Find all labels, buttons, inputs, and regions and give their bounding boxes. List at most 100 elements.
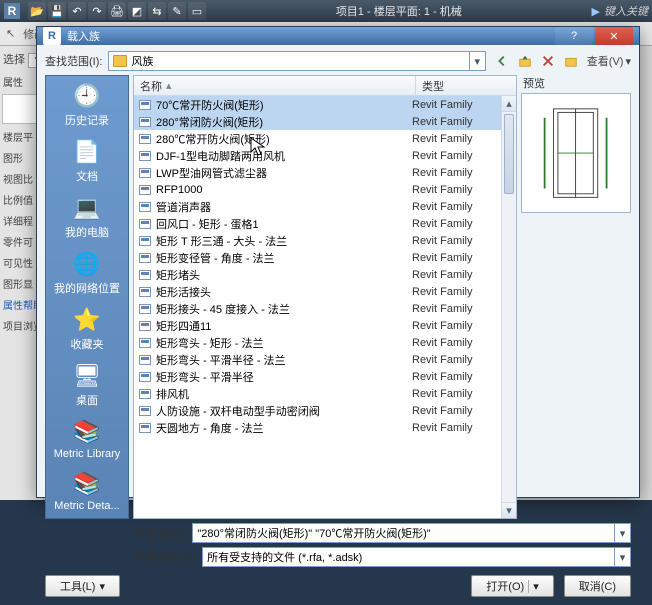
chevron-down-icon[interactable]: ▾ (469, 52, 485, 70)
qat-undo-icon[interactable]: ↶ (68, 2, 86, 20)
rfa-file-icon (138, 286, 152, 298)
file-row[interactable]: 280°常闭防火阀(矩形)Revit Family (134, 113, 516, 130)
cancel-button[interactable]: 取消(C) (564, 575, 631, 597)
places-bar: 🕘历史记录 📄文档 💻我的电脑 🌐我的网络位置 ⭐收藏夹 🖥 桌面 📚Metric Libra… (45, 75, 129, 519)
place-label: 文档 (76, 168, 98, 184)
view-menu[interactable]: 查看(V)▾ (587, 53, 631, 69)
rfa-file-icon (138, 337, 152, 349)
qat-misc3-icon[interactable]: ✎ (168, 2, 186, 20)
filename-input[interactable]: "280°常闭防火阀(矩形)" "70℃常开防火阀(矩形)" ▾ (192, 523, 631, 543)
file-type: Revit Family (412, 388, 512, 400)
col-name[interactable]: 名称 ▴ (134, 76, 416, 95)
place-label: Metric Library (54, 448, 121, 460)
search-hint[interactable]: 键入关键 (604, 3, 648, 19)
preview-label: 预览 (521, 75, 631, 91)
qat-redo-icon[interactable]: ↷ (88, 2, 106, 20)
rfa-file-icon (138, 99, 152, 111)
help-arrow-icon[interactable]: ▶ (592, 5, 600, 18)
place-icon: ⭐ (70, 306, 104, 334)
back-button[interactable] (492, 51, 512, 71)
file-name: 人防设施 - 双杆电动型手动密闭阀 (156, 403, 408, 419)
qat-misc1-icon[interactable]: ◩ (128, 2, 146, 20)
file-row[interactable]: 矩形堵头Revit Family (134, 266, 516, 283)
qat-print-icon[interactable]: 🖨 (108, 2, 126, 20)
file-list-header[interactable]: 名称 ▴ 类型 (134, 76, 516, 96)
file-row[interactable]: 管道消声器Revit Family (134, 198, 516, 215)
rfa-file-icon (138, 218, 152, 230)
scroll-up-icon[interactable]: ▴ (502, 96, 516, 112)
file-row[interactable]: 人防设施 - 双杆电动型手动密闭阀Revit Family (134, 402, 516, 419)
qat-open-icon[interactable]: 📂 (28, 2, 46, 20)
place-icon: 🖥 (70, 362, 104, 390)
file-row[interactable]: 280℃常开防火阀(矩形)Revit Family (134, 130, 516, 147)
place-2[interactable]: 💻我的电脑 (65, 194, 109, 240)
rfa-file-icon (138, 184, 152, 196)
place-label: 桌面 (76, 392, 98, 408)
file-row[interactable]: 天圆地方 - 角度 - 法兰Revit Family (134, 419, 516, 436)
place-3[interactable]: 🌐我的网络位置 (54, 250, 120, 296)
file-row[interactable]: RFP1000Revit Family (134, 181, 516, 198)
file-row[interactable]: 矩形弯头 - 矩形 - 法兰Revit Family (134, 334, 516, 351)
file-row[interactable]: DJF-1型电动脚踏两用风机Revit Family (134, 147, 516, 164)
file-name: 排风机 (156, 386, 408, 402)
app-title: 项目1 - 楼层平面: 1 - 机械 (210, 3, 588, 19)
close-button[interactable]: ✕ (595, 27, 633, 45)
file-row[interactable]: 矩形弯头 - 平滑半径 - 法兰 Revit Family (134, 351, 516, 368)
load-family-dialog: R 载入族 ? ✕ 查找范围(I): 风族 ▾ 查看(V)▾ (36, 26, 640, 498)
dialog-titlebar[interactable]: R 载入族 ? ✕ (37, 27, 639, 45)
lookup-folder-combo[interactable]: 风族 ▾ (108, 51, 485, 71)
delete-button[interactable] (538, 51, 558, 71)
file-row[interactable]: 矩形弯头 - 平滑半径Revit Family (134, 368, 516, 385)
file-row[interactable]: 矩形变径管 - 角度 - 法兰Revit Family (134, 249, 516, 266)
file-row[interactable]: 排风机 Revit Family (134, 385, 516, 402)
file-name: 矩形弯头 - 平滑半径 (156, 369, 408, 385)
file-type: Revit Family (412, 133, 512, 145)
place-1[interactable]: 📄文档 (70, 138, 104, 184)
file-row[interactable]: 70℃常开防火阀(矩形)Revit Family (134, 96, 516, 113)
open-button[interactable]: 打开(O) ▾ (471, 575, 553, 597)
place-0[interactable]: 🕘历史记录 (65, 82, 109, 128)
chevron-down-icon[interactable]: ▾ (614, 524, 630, 542)
qat-misc4-icon[interactable]: ▭ (188, 2, 206, 20)
filetype-combo[interactable]: 所有受支持的文件 (*.rfa, *.adsk) ▾ (202, 547, 631, 567)
qat-save-icon[interactable]: 💾 (48, 2, 66, 20)
file-row[interactable]: 矩形接头 - 45 度接入 - 法兰Revit Family (134, 300, 516, 317)
file-name: 天圆地方 - 角度 - 法兰 (156, 420, 408, 436)
tools-button[interactable]: 工具(L) ▾ (45, 575, 120, 597)
col-type[interactable]: 类型 (416, 76, 516, 95)
dialog-logo-icon: R (43, 27, 61, 45)
file-row[interactable]: LWP型油网管式滤尘器Revit Family (134, 164, 516, 181)
scrollbar[interactable]: ▴ ▾ (501, 96, 516, 518)
rfa-file-icon (138, 354, 152, 366)
rfa-file-icon (138, 201, 152, 213)
pointer-icon[interactable]: ↖ (6, 27, 15, 40)
file-row[interactable]: 矩形活接头Revit Family (134, 283, 516, 300)
help-button[interactable]: ? (555, 27, 593, 45)
file-row[interactable]: 矩形四通11Revit Family (134, 317, 516, 334)
app-logo[interactable]: R (4, 3, 20, 19)
place-7[interactable]: 📚Metric Deta... (54, 470, 119, 512)
file-name: 回风口 - 矩形 - 蛋格1 (156, 216, 408, 232)
rfa-file-icon (138, 235, 152, 247)
rfa-file-icon (138, 133, 152, 145)
file-row[interactable]: 矩形 T 形三通 - 大头 - 法兰Revit Family (134, 232, 516, 249)
qat-misc2-icon[interactable]: ⇆ (148, 2, 166, 20)
scroll-down-icon[interactable]: ▾ (502, 502, 516, 518)
place-6[interactable]: 📚Metric Library (54, 418, 121, 460)
new-folder-button[interactable] (561, 51, 581, 71)
filetype-value: 所有受支持的文件 (*.rfa, *.adsk) (207, 549, 362, 565)
filename-label: 文件名(N): (135, 525, 186, 541)
file-type: Revit Family (412, 116, 512, 128)
file-row[interactable]: 回风口 - 矩形 - 蛋格1Revit Family (134, 215, 516, 232)
file-name: 矩形接头 - 45 度接入 - 法兰 (156, 301, 408, 317)
up-button[interactable] (515, 51, 535, 71)
file-name: 矩形弯头 - 平滑半径 - 法兰 (156, 352, 408, 368)
place-5[interactable]: 🖥 桌面 (70, 362, 104, 408)
file-type: Revit Family (412, 354, 512, 366)
place-icon: 🕘 (70, 82, 104, 110)
chevron-down-icon[interactable]: ▾ (614, 548, 630, 566)
file-list[interactable]: 70℃常开防火阀(矩形)Revit Family280°常闭防火阀(矩形)Rev… (134, 96, 516, 518)
file-name: RFP1000 (156, 184, 408, 196)
scroll-thumb[interactable] (504, 114, 514, 194)
place-4[interactable]: ⭐收藏夹 (70, 306, 104, 352)
